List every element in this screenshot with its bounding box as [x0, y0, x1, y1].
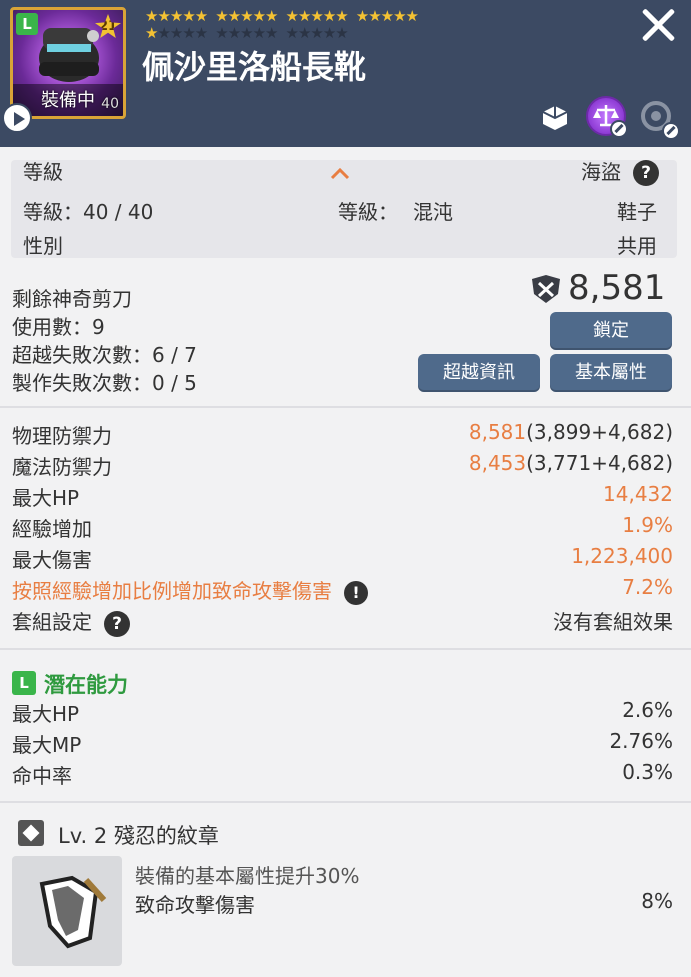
item-icon-frame: L 21 裝備中 40: [10, 7, 126, 119]
star-group: ★★★★★: [355, 7, 419, 25]
job-label: 海盜: [581, 160, 621, 184]
remaining-scissors: 剩餘神奇剪刀: [12, 287, 132, 311]
star-group: ★★★★: [157, 24, 208, 42]
info-icon[interactable]: !: [344, 580, 368, 605]
star-group: ★★★★★: [285, 7, 349, 25]
stat-value-detail: (3,899+4,682): [526, 420, 673, 444]
share-icon[interactable]: [535, 96, 575, 136]
divider: [0, 801, 691, 803]
grade-badge: L: [16, 13, 38, 35]
help-icon[interactable]: ?: [104, 610, 130, 637]
stat-value: 1.9%: [622, 513, 673, 537]
emblem-icon: [39, 875, 107, 949]
stat-value: 8,581(3,899+4,682): [469, 420, 673, 444]
emblem-line-1: 裝備的基本屬性提升30%: [135, 864, 360, 888]
star-group: ★★★★★: [215, 7, 278, 25]
disabled-badge-icon: [610, 120, 628, 138]
emblem-line-2-value: 8%: [641, 889, 673, 913]
stat-value: 8,453(3,771+4,682): [469, 451, 673, 475]
potential-value: 0.3%: [622, 760, 673, 784]
craft-fail-count: 製作失敗次數：0 / 5: [12, 371, 197, 395]
star-group: ★★★★★: [145, 7, 208, 25]
set-value: 沒有套組效果: [553, 610, 673, 634]
stat-row-physical-def: 物理防禦力 8,581(3,899+4,682): [0, 420, 691, 450]
potential-label: 最大MP: [12, 733, 82, 757]
set-row: 套組設定? 沒有套組效果: [0, 606, 691, 637]
help-icon[interactable]: ?: [633, 160, 659, 186]
disabled-badge-icon: [662, 122, 680, 140]
item-header: L 21 裝備中 40 ★★★★★ ★★★★★ ★★★★★ ★★★★★ ★★★★★ ★★…: [0, 0, 691, 147]
item-name: 佩沙里洛船長靴: [142, 48, 367, 86]
equip-level: 40: [101, 96, 119, 112]
stat-label: 按照經驗增加比例增加致命攻擊傷害!: [12, 575, 368, 605]
potential-label: 命中率: [12, 764, 72, 788]
stat-row-exp: 經驗增加 1.9%: [0, 513, 691, 543]
potential-line: 最大HP 2.6%: [0, 698, 691, 728]
star-group: ★★★★★: [285, 24, 349, 42]
potential-value: 2.6%: [622, 698, 673, 722]
stat-row-max-hp: 最大HP 14,432: [0, 482, 691, 512]
transcend-fail-count: 超越失敗次數：6 / 7: [12, 343, 197, 367]
partial-level-label: 等級: [23, 160, 63, 184]
potential-line: 命中率 0.3%: [0, 760, 691, 790]
gear-power-value: 8,581: [568, 268, 666, 308]
emblem-image-box: [12, 856, 122, 966]
stat-value: 14,432: [603, 482, 673, 506]
close-icon[interactable]: [637, 4, 679, 46]
potential-title: 潛在能力: [44, 673, 128, 697]
stat-value: 7.2%: [622, 575, 673, 599]
chevron-up-icon[interactable]: [330, 166, 350, 180]
grade-value: 混沌: [413, 200, 453, 224]
transcend-info-button[interactable]: 超越資訊: [418, 354, 540, 392]
grade-label: 等級：: [338, 200, 398, 224]
emblem-title: Lv. 2 殘忍的紋章: [58, 824, 219, 848]
stat-label: 最大傷害: [12, 548, 92, 572]
star-group: ★★★★★: [215, 24, 278, 42]
stars-bottom-row: ★★★★★ ★★★★★ ★★★★★: [145, 25, 356, 41]
stars-top-row: ★★★★★ ★★★★★ ★★★★★ ★★★★★: [145, 8, 426, 24]
scale-icon[interactable]: [586, 96, 628, 138]
star-group: ★: [145, 24, 158, 42]
level-requirement: 等級：40 / 40: [23, 200, 154, 224]
stat-label: 最大HP: [12, 486, 80, 510]
gender-label: 性別: [23, 234, 63, 258]
lock-button[interactable]: 鎖定: [550, 312, 672, 350]
base-attr-button[interactable]: 基本屬性: [550, 354, 672, 392]
stat-value: 1,223,400: [571, 544, 673, 568]
emblem-line-2-label: 致命攻擊傷害: [135, 893, 255, 917]
gender-value: 共用: [617, 234, 657, 258]
stat-label: 魔法防禦力: [12, 455, 112, 479]
equip-status: 裝備中: [41, 90, 95, 111]
potential-label: 最大HP: [12, 702, 80, 726]
play-button[interactable]: [2, 103, 32, 133]
set-label-text: 套組設定: [12, 610, 92, 634]
stat-label: 經驗增加: [12, 517, 92, 541]
divider: [0, 406, 691, 408]
stat-row-crit-damage: 按照經驗增加比例增加致命攻擊傷害! 7.2%: [0, 575, 691, 605]
shield-swords-icon: [532, 275, 560, 303]
stat-value-main: 8,453: [468, 451, 527, 475]
stat-value-main: 8,581: [468, 420, 527, 444]
potential-grade-badge: L: [12, 671, 36, 695]
emblem-diamond-icon: [18, 820, 44, 846]
stat-label: 物理防禦力: [12, 424, 112, 448]
stat-label-text: 按照經驗增加比例增加致命攻擊傷害: [12, 579, 332, 603]
set-label: 套組設定?: [12, 606, 130, 637]
usage-count: 使用數：9: [12, 315, 105, 339]
category-value: 鞋子: [617, 200, 657, 224]
reset-icon[interactable]: [636, 96, 680, 140]
potential-value: 2.76%: [609, 729, 673, 753]
divider: [0, 648, 691, 650]
stat-row-max-damage: 最大傷害 1,223,400: [0, 544, 691, 574]
stat-value-detail: (3,771+4,682): [526, 451, 673, 475]
stat-row-magic-def: 魔法防禦力 8,453(3,771+4,682): [0, 451, 691, 481]
potential-line: 最大MP 2.76%: [0, 729, 691, 759]
